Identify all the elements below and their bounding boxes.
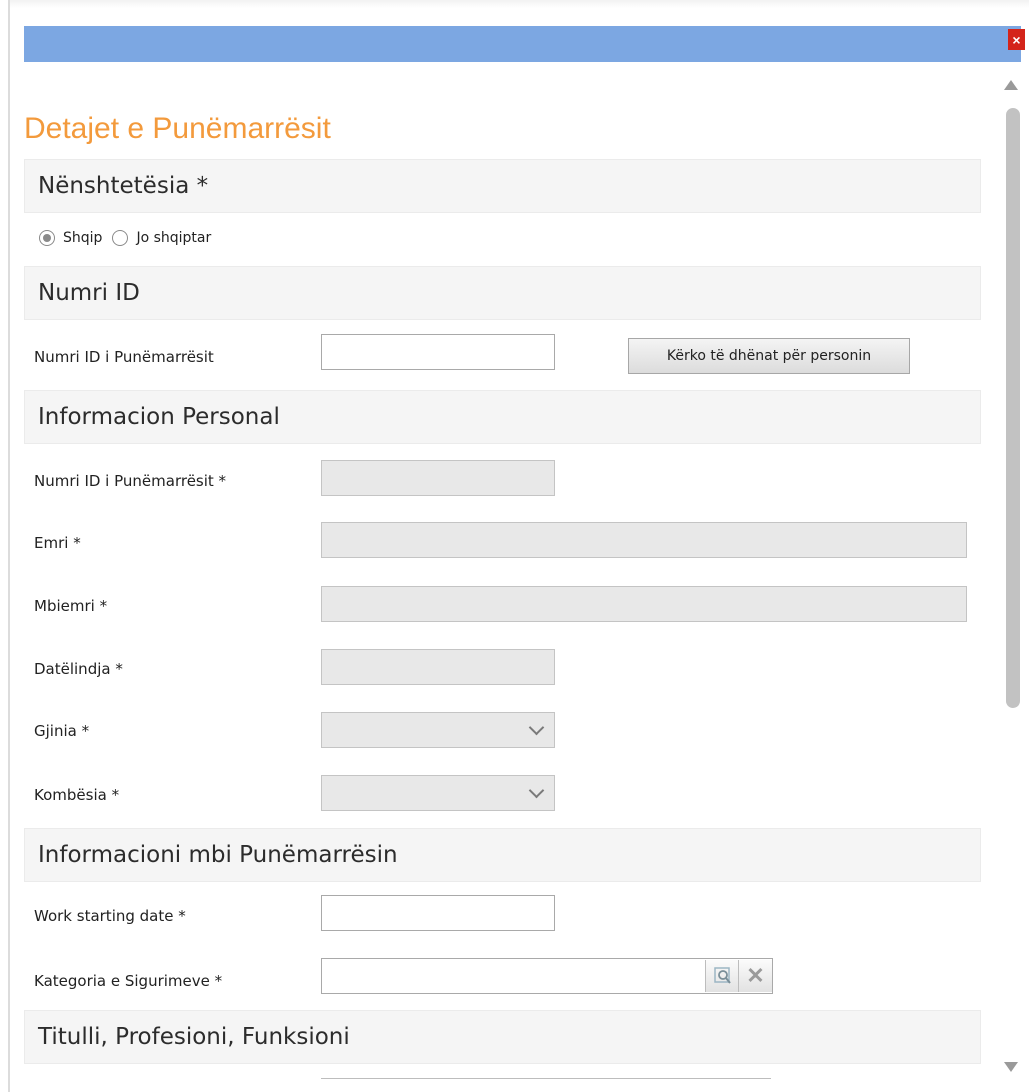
radio-button-icon[interactable] [112, 230, 129, 246]
clear-button[interactable]: ✕ [738, 960, 772, 992]
page-title: Detajet e Punëmarrësit [24, 112, 331, 145]
radio-label-jo-shqiptar[interactable]: Jo shqiptar [136, 230, 211, 246]
lookup-button[interactable] [705, 960, 739, 992]
magnifier-icon [713, 967, 731, 984]
section-personal-info: Informacion Personal [24, 390, 981, 444]
insurance-category-label: Kategoria e Sigurimeve * [34, 972, 223, 990]
id-search-input[interactable] [321, 334, 555, 370]
first-name-field[interactable] [321, 522, 967, 558]
window-left-edge [8, 0, 10, 1092]
section-header-employee: Informacioni mbi Punëmarrësin [38, 842, 398, 868]
dialog-titlebar[interactable] [24, 26, 1021, 62]
section-header-title: Titulli, Profesioni, Funksioni [38, 1024, 350, 1050]
section-nationality: Nënshtetësia * [24, 159, 981, 213]
personal-id-label: Numri ID i Punëmarrësit * [34, 472, 227, 490]
close-icon: × [1012, 31, 1021, 48]
last-name-field[interactable] [321, 586, 967, 622]
section-header-nationality: Nënshtetësia * [38, 173, 209, 199]
radio-label-shqip[interactable]: Shqip [63, 230, 102, 246]
scroll-down-arrow-icon[interactable] [1004, 1062, 1018, 1072]
window-top-edge [8, 0, 1029, 8]
section-employee-info: Informacioni mbi Punëmarrësin [24, 828, 981, 882]
id-search-label: Numri ID i Punëmarrësit [34, 348, 214, 366]
work-start-date-input[interactable] [321, 895, 555, 931]
work-start-label: Work starting date * [34, 907, 186, 925]
gender-label: Gjinia * [34, 722, 90, 740]
next-input-top-edge [321, 1078, 771, 1079]
last-name-label: Mbiemri * [34, 597, 108, 615]
birth-date-label: Datëlindja * [34, 660, 123, 678]
scrollbar-thumb[interactable] [1006, 108, 1020, 708]
section-id: Numri ID [24, 266, 981, 320]
nationality-select[interactable] [321, 775, 555, 811]
section-title-profession: Titulli, Profesioni, Funksioni [24, 1010, 981, 1064]
chevron-down-icon [528, 782, 545, 799]
search-person-button[interactable]: Kërko të dhënat për personin [628, 338, 910, 374]
gender-select[interactable] [321, 712, 555, 748]
clear-x-icon: ✕ [746, 963, 765, 988]
chevron-down-icon [528, 719, 545, 736]
section-header-personal: Informacion Personal [38, 404, 280, 430]
birth-date-field[interactable] [321, 649, 555, 685]
close-button[interactable]: × [1008, 29, 1025, 50]
section-header-id: Numri ID [38, 280, 140, 306]
personal-id-field[interactable] [321, 460, 555, 496]
nationality-radio-group: Shqip Jo shqiptar [39, 230, 211, 246]
insurance-category-input[interactable]: ✕ [321, 958, 773, 994]
first-name-label: Emri * [34, 534, 81, 552]
scroll-up-arrow-icon[interactable] [1004, 80, 1018, 90]
nationality-label: Kombësia * [34, 786, 120, 804]
radio-button-icon[interactable] [39, 230, 55, 246]
